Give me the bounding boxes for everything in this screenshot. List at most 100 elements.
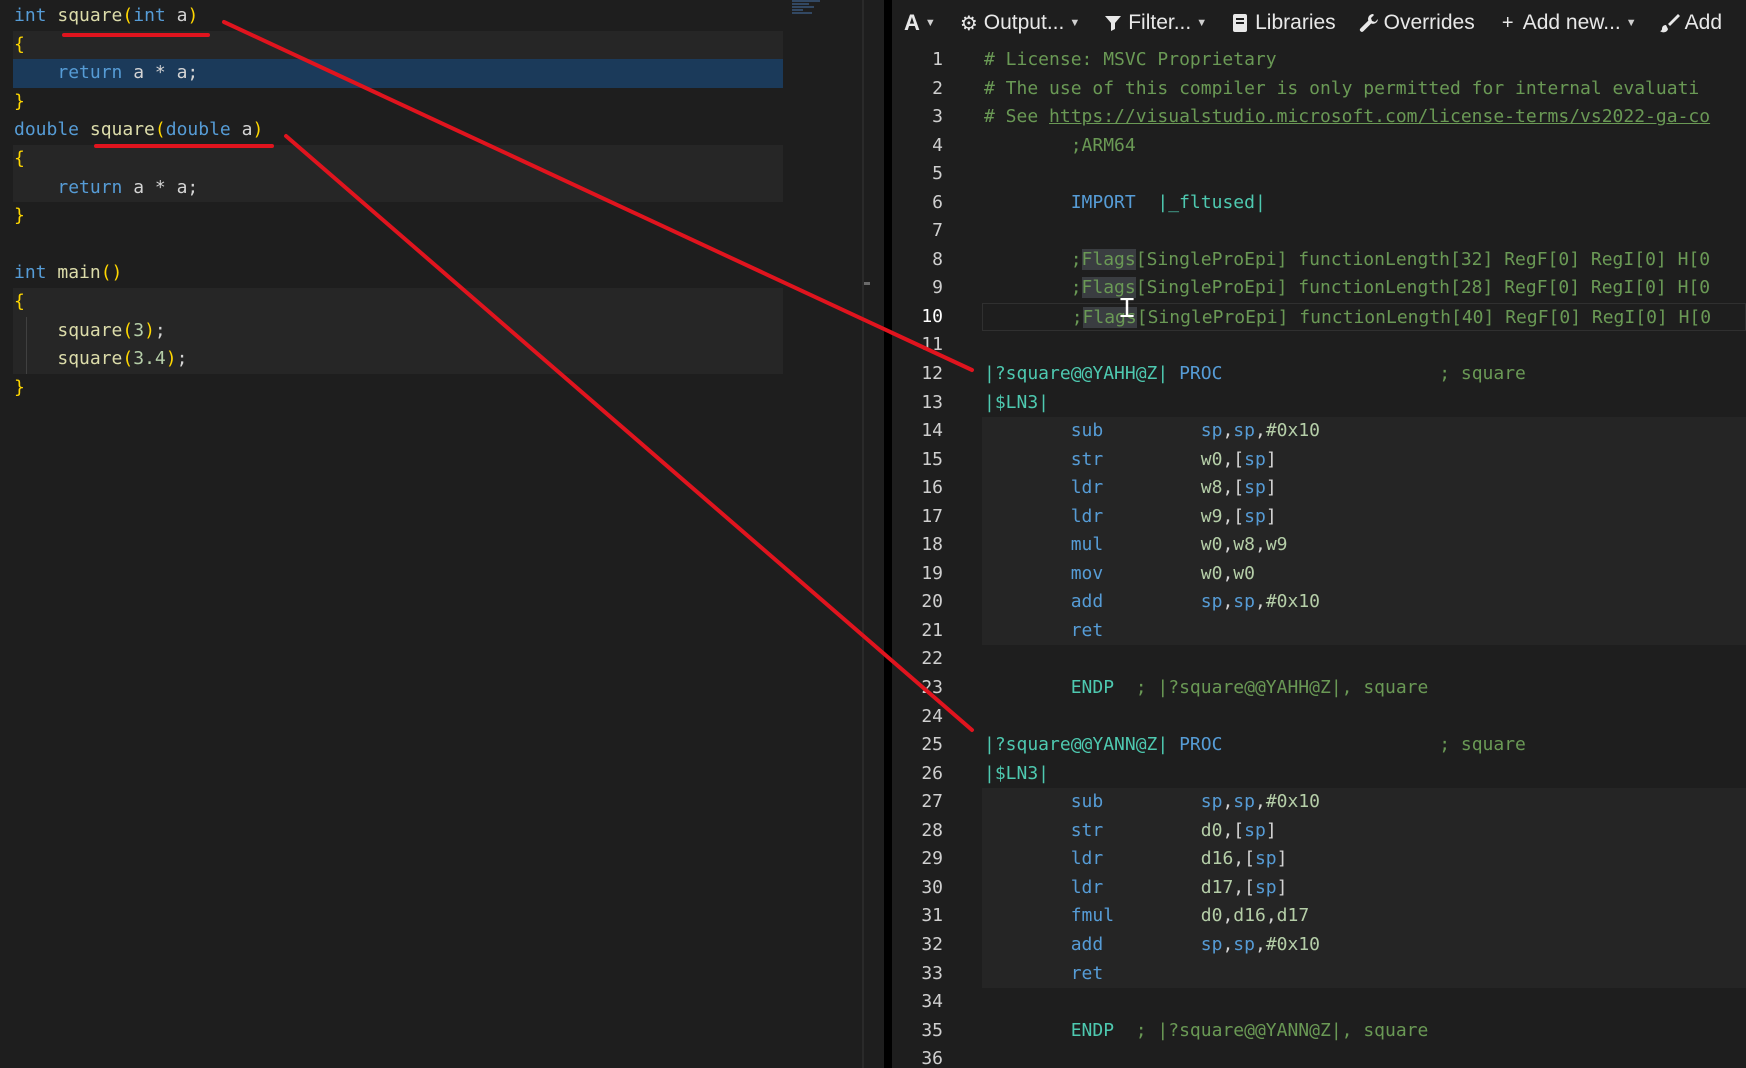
asm-line[interactable]: 27 sub sp,sp,#0x10 <box>892 788 1746 817</box>
source-line[interactable] <box>0 231 790 260</box>
asm-line[interactable]: 32 add sp,sp,#0x10 <box>892 930 1746 960</box>
asm-token <box>984 620 1071 641</box>
asm-line[interactable]: 17 ldr w9,[sp] <box>892 502 1746 532</box>
asm-line[interactable]: 5 <box>892 160 1746 189</box>
asm-line[interactable]: 30 ldr d17,[sp] <box>892 873 1746 903</box>
overrides-button[interactable]: Overrides <box>1358 11 1475 35</box>
asm-code <box>982 331 1746 360</box>
asm-token <box>984 848 1071 869</box>
asm-line[interactable]: 19 mov w0,w0 <box>892 559 1746 589</box>
asm-line[interactable]: 24 <box>892 703 1746 732</box>
asm-line[interactable]: 1 # License: MSVC Proprietary <box>892 46 1746 75</box>
asm-token: , <box>1222 905 1234 927</box>
asm-line[interactable]: 6 IMPORT |_fltused| <box>892 189 1746 218</box>
asm-token <box>1222 363 1439 384</box>
asm-line[interactable]: 9 ;Flags[SingleProEpi] functionLength[28… <box>892 274 1746 303</box>
asm-line[interactable]: 8 ;Flags[SingleProEpi] functionLength[32… <box>892 246 1746 275</box>
asm-line[interactable]: 13 |$LN3| <box>892 389 1746 418</box>
asm-line[interactable]: 29 ldr d16,[sp] <box>892 845 1746 874</box>
line-number: 12 <box>921 363 943 385</box>
asm-line[interactable]: 7 <box>892 217 1746 246</box>
asm-token: d0 <box>1200 819 1223 841</box>
asm-line[interactable]: 31 fmul d0,d16,d17 <box>892 902 1746 931</box>
asm-token <box>1114 905 1201 926</box>
asm-line[interactable]: 18 mul w0,w8,w9 <box>892 531 1746 560</box>
asm-line[interactable]: 12 |?square@@YAHH@Z| PROC ; square <box>892 360 1746 389</box>
minimap[interactable] <box>792 0 820 30</box>
assembly-output[interactable]: 1 # License: MSVC Proprietary 2 # The use o… <box>892 46 1746 1068</box>
asm-token: add <box>1070 933 1104 955</box>
source-line[interactable]: return a * a; <box>13 173 783 203</box>
editor-scrollbar-thumb[interactable] <box>864 282 870 285</box>
source-line[interactable]: square(3.4); <box>13 345 783 374</box>
asm-token: ; square <box>1439 363 1526 385</box>
pane-splitter[interactable] <box>884 0 892 1068</box>
asm-line[interactable]: 3 # See https://visualstudio.microsoft.co… <box>892 103 1746 132</box>
font-size-dropdown[interactable]: A ▼ <box>904 10 936 36</box>
source-editor[interactable]: int square(int a){ return a * a;} double … <box>0 0 870 1068</box>
source-token: ( <box>122 348 134 370</box>
line-number: 32 <box>921 933 943 955</box>
asm-line[interactable]: 23 ENDP ; |?square@@YAHH@Z|, square <box>892 674 1746 703</box>
asm-line[interactable]: 22 <box>892 645 1746 674</box>
source-line[interactable]: { <box>13 144 783 174</box>
asm-line[interactable]: 36 <box>892 1045 1746 1068</box>
add-new-dropdown[interactable]: + Add new... ▼ <box>1497 11 1637 35</box>
asm-line[interactable]: 26 |$LN3| <box>892 760 1746 789</box>
asm-token: |?square@@YAHH@Z| <box>984 363 1169 385</box>
asm-token[interactable]: https://visualstudio.microsoft.com/licen… <box>1049 106 1710 127</box>
asm-line[interactable]: 33 ret <box>892 959 1746 989</box>
asm-line[interactable]: 15 str w0,[sp] <box>892 445 1746 475</box>
asm-line[interactable]: 21 ret <box>892 616 1746 646</box>
asm-token: ,[ <box>1222 819 1245 841</box>
asm-line[interactable]: 25 |?square@@YANN@Z| PROC ; square <box>892 731 1746 760</box>
filter-dropdown[interactable]: Filter... ▼ <box>1102 11 1207 35</box>
source-line[interactable]: double square(double a) <box>0 116 790 145</box>
asm-line[interactable]: 14 sub sp,sp,#0x10 <box>892 417 1746 446</box>
source-line[interactable]: { <box>13 30 783 60</box>
asm-token: ] <box>1276 848 1288 870</box>
source-token: } <box>14 90 25 112</box>
source-token: ( <box>154 119 166 141</box>
libraries-button[interactable]: Libraries <box>1229 11 1336 35</box>
source-line[interactable]: int main() <box>0 259 790 288</box>
output-dropdown[interactable]: ⚙ Output... ▼ <box>958 11 1080 36</box>
source-line[interactable]: square(3); <box>13 316 783 346</box>
source-token: square <box>57 348 123 370</box>
asm-code: # See https://visualstudio.microsoft.com… <box>982 103 1746 132</box>
line-number: 21 <box>921 619 943 641</box>
asm-token <box>984 420 1071 441</box>
asm-line[interactable]: 11 <box>892 331 1746 360</box>
asm-line[interactable]: 10 ;Flags[SingleProEpi] functionLength[4… <box>892 302 1746 332</box>
asm-line[interactable]: 4 ;ARM64 <box>892 132 1746 161</box>
source-code[interactable]: int square(int a){ return a * a;} double … <box>0 2 790 402</box>
source-line[interactable]: { <box>13 287 783 317</box>
source-line[interactable]: return a * a; <box>13 59 783 88</box>
asm-code <box>982 217 1746 246</box>
asm-token: ; <box>1070 248 1082 270</box>
asm-token: ] <box>1265 448 1277 470</box>
asm-line[interactable]: 16 ldr w8,[sp] <box>892 474 1746 503</box>
asm-token: ldr <box>1070 848 1104 870</box>
asm-token: d16 <box>1200 848 1234 870</box>
source-line[interactable]: } <box>0 202 790 231</box>
asm-line[interactable]: 28 str d0,[sp] <box>892 816 1746 846</box>
asm-line[interactable]: 34 <box>892 988 1746 1017</box>
source-token <box>14 62 57 83</box>
asm-token: mov <box>1070 562 1104 584</box>
source-line[interactable]: int square(int a) <box>0 2 790 31</box>
asm-line[interactable]: 20 add sp,sp,#0x10 <box>892 588 1746 617</box>
asm-token: ; |?square@@YAHH@Z|, square <box>1135 677 1429 699</box>
asm-token: , <box>1254 933 1266 955</box>
asm-token: , <box>1222 591 1234 613</box>
line-number: 20 <box>921 591 943 613</box>
asm-code: ;Flags[SingleProEpi] functionLength[40] … <box>982 302 1746 332</box>
add-tool-dropdown[interactable]: Add <box>1659 11 1722 35</box>
source-line[interactable]: } <box>0 88 790 117</box>
source-line[interactable]: } <box>0 374 790 403</box>
filter-label: Filter... <box>1128 11 1192 34</box>
compiler-output-pane[interactable]: A ▼ ⚙ Output... ▼ Filter... ▼ Libraries Ove… <box>892 0 1746 1068</box>
source-token: double <box>165 119 231 141</box>
asm-line[interactable]: 2 # The use of this compiler is only perm… <box>892 75 1746 104</box>
asm-line[interactable]: 35 ENDP ; |?square@@YANN@Z|, square <box>892 1017 1746 1046</box>
